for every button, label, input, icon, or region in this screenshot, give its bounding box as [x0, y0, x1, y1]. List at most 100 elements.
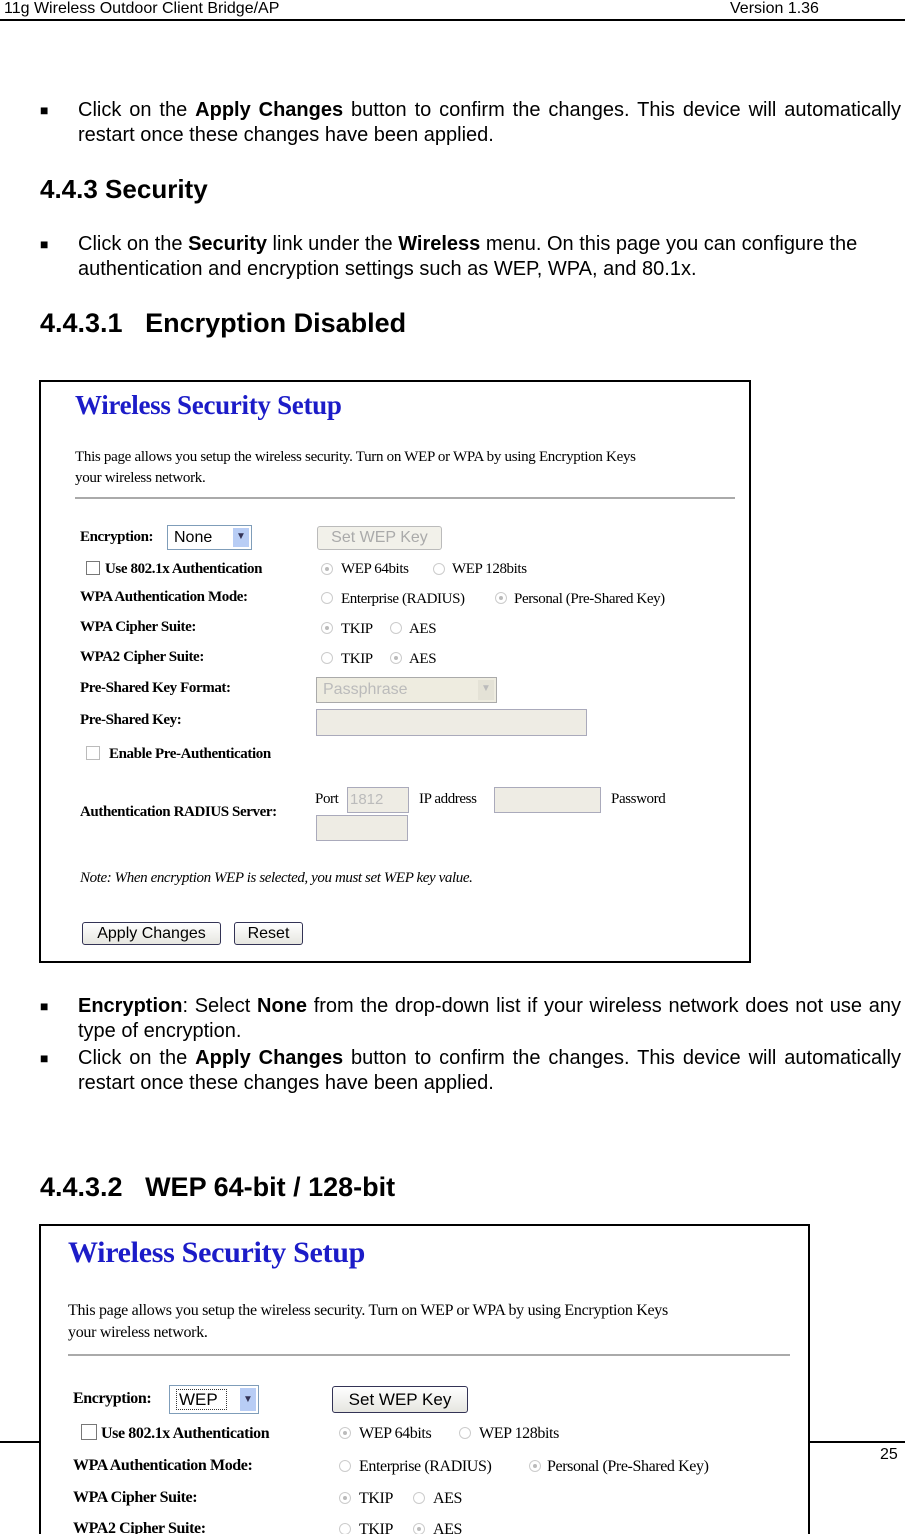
ip-address-input[interactable] — [494, 787, 601, 813]
text: : Select — [182, 995, 257, 1017]
select-value: WEP — [176, 1389, 227, 1410]
bold-text: Wireless — [398, 233, 481, 255]
wep64-label: WEP 64bits — [359, 1425, 432, 1442]
wpa-tkip-label: TKIP — [341, 621, 373, 637]
use-8021x-checkbox[interactable] — [86, 561, 100, 575]
desc-line: your wireless network. — [68, 1324, 208, 1341]
personal-radio[interactable] — [529, 1460, 541, 1472]
wep128-radio[interactable] — [433, 563, 445, 575]
header-version: Version 1.36 — [730, 0, 819, 17]
pre-auth-checkbox[interactable] — [86, 746, 100, 760]
use-8021x-checkbox[interactable] — [81, 1424, 97, 1440]
paragraph-security: Click on the Security link under the Wir… — [78, 232, 901, 282]
enterprise-radio[interactable] — [321, 592, 333, 604]
wpa2-aes-radio[interactable] — [413, 1523, 425, 1534]
wpa2-tkip-radio[interactable] — [339, 1523, 351, 1534]
wpa-tkip-radio[interactable] — [321, 622, 333, 634]
enterprise-label: Enterprise (RADIUS) — [359, 1458, 492, 1475]
wpa-tkip-label: TKIP — [359, 1490, 393, 1507]
personal-radio[interactable] — [495, 592, 507, 604]
section-heading-4-4-3-1: 4.4.3.1 Encryption Disabled — [40, 308, 407, 338]
wpa-cipher-label: WPA Cipher Suite: — [73, 1489, 198, 1506]
ip-address-label: IP address — [419, 791, 477, 807]
chevron-down-icon: ▼ — [478, 680, 494, 700]
header-title: 11g Wireless Outdoor Client Bridge/AP — [4, 0, 280, 17]
psk-format-label: Pre-Shared Key Format: — [80, 680, 231, 696]
personal-label: Personal (Pre-Shared Key) — [514, 591, 665, 607]
pre-auth-label: Enable Pre-Authentication — [109, 746, 271, 762]
section-heading-4-4-3: 4.4.3 Security — [40, 174, 208, 204]
divider — [68, 1354, 790, 1356]
bullet-icon: ■ — [40, 102, 49, 118]
wpa-auth-mode-label: WPA Authentication Mode: — [80, 589, 248, 605]
paragraph-encryption-none: Encryption: Select None from the drop-do… — [78, 994, 901, 1044]
page-number: 25 — [880, 1446, 898, 1463]
bold-text: Apply Changes — [195, 1047, 344, 1069]
wpa2-aes-radio[interactable] — [390, 652, 402, 664]
bold-text: Encryption — [78, 995, 183, 1017]
bullet-icon: ■ — [40, 236, 49, 252]
use-8021x-label: Use 802.1x Authentication — [105, 561, 263, 577]
wpa-aes-label: AES — [433, 1490, 463, 1507]
wep128-radio[interactable] — [459, 1427, 471, 1439]
use-8021x-label: Use 802.1x Authentication — [101, 1425, 270, 1442]
encryption-select[interactable]: None ▼ — [167, 525, 252, 550]
text: Click on the — [78, 233, 189, 255]
password-input[interactable] — [316, 815, 408, 841]
form-description: This page allows you setup the wireless … — [68, 1300, 668, 1344]
bullet-icon: ■ — [40, 998, 49, 1014]
encryption-select[interactable]: WEP ▼ — [169, 1385, 259, 1414]
wpa-tkip-radio[interactable] — [339, 1492, 351, 1504]
wep64-radio[interactable] — [321, 563, 333, 575]
encryption-label: Encryption: — [80, 529, 154, 545]
wpa-aes-radio[interactable] — [413, 1492, 425, 1504]
bullet-icon: ■ — [40, 1050, 49, 1066]
wpa2-tkip-label: TKIP — [359, 1521, 393, 1534]
wep128-label: WEP 128bits — [452, 561, 527, 577]
wpa-auth-mode-label: WPA Authentication Mode: — [73, 1457, 253, 1474]
select-value: Passphrase — [323, 681, 408, 698]
psk-format-select[interactable]: Passphrase ▼ — [316, 677, 497, 703]
text: link under the — [267, 233, 399, 255]
port-label: Port — [315, 791, 339, 807]
bold-text: None — [257, 995, 307, 1017]
header-rule — [0, 19, 905, 21]
wpa2-tkip-label: TKIP — [341, 651, 373, 667]
wep64-label: WEP 64bits — [341, 561, 409, 577]
wpa2-aes-label: AES — [433, 1521, 463, 1534]
set-wep-key-button[interactable]: Set WEP Key — [317, 526, 442, 550]
desc-line: This page allows you setup the wireless … — [75, 449, 636, 465]
set-wep-key-button[interactable]: Set WEP Key — [332, 1386, 468, 1413]
paragraph-apply-changes-2: Click on the Apply Changes button to con… — [78, 1046, 901, 1096]
enterprise-radio[interactable] — [339, 1460, 351, 1472]
encryption-label: Encryption: — [73, 1390, 152, 1407]
enterprise-label: Enterprise (RADIUS) — [341, 591, 465, 607]
text: Click on the — [78, 99, 196, 121]
paragraph-apply-changes: Click on the Apply Changes button to con… — [78, 98, 901, 148]
bold-text: Apply Changes — [195, 99, 344, 121]
radius-server-label: Authentication RADIUS Server: — [80, 804, 277, 820]
psk-input[interactable] — [316, 709, 587, 736]
wep-note: Note: When encryption WEP is selected, y… — [80, 870, 473, 886]
apply-changes-button[interactable]: Apply Changes — [82, 922, 221, 945]
psk-label: Pre-Shared Key: — [80, 712, 182, 728]
password-label: Password — [611, 791, 666, 807]
wpa2-cipher-label: WPA2 Cipher Suite: — [80, 649, 204, 665]
port-input[interactable]: 1812 — [347, 787, 409, 813]
wpa-aes-radio[interactable] — [390, 622, 402, 634]
chevron-down-icon: ▼ — [240, 1388, 256, 1411]
document-page: 11g Wireless Outdoor Client Bridge/AP Ve… — [0, 0, 905, 1534]
desc-line: your wireless network. — [75, 470, 206, 486]
wep64-radio[interactable] — [339, 1427, 351, 1439]
wpa-cipher-label: WPA Cipher Suite: — [80, 619, 196, 635]
form-title: Wireless Security Setup — [68, 1236, 365, 1269]
divider — [75, 497, 735, 499]
form-title: Wireless Security Setup — [75, 390, 342, 420]
wpa2-tkip-radio[interactable] — [321, 652, 333, 664]
desc-line: This page allows you setup the wireless … — [68, 1302, 668, 1319]
wpa2-cipher-label: WPA2 Cipher Suite: — [73, 1520, 206, 1534]
screenshot-wep: Wireless Security Setup This page allows… — [39, 1224, 810, 1534]
section-heading-4-4-3-2: 4.4.3.2 WEP 64-bit / 128-bit — [40, 1172, 396, 1202]
chevron-down-icon: ▼ — [233, 528, 249, 547]
reset-button[interactable]: Reset — [234, 922, 303, 945]
